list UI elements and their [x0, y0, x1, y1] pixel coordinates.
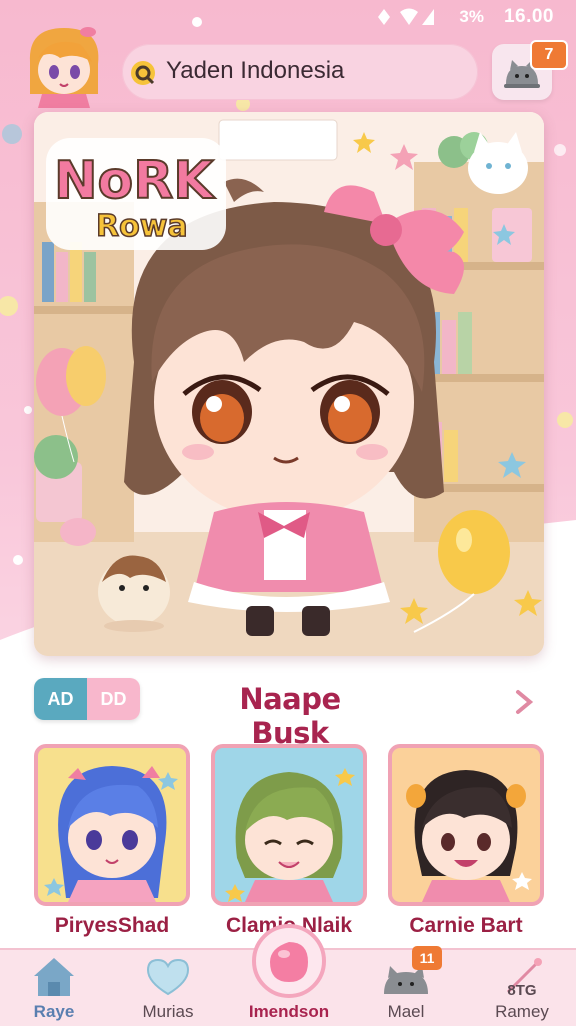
nav-label-raye: Raye: [33, 1002, 75, 1021]
character-name-1[interactable]: PiryesShad: [27, 914, 197, 938]
center-action-button[interactable]: [252, 924, 326, 998]
toggle-ad[interactable]: AD: [34, 678, 87, 720]
section-title: Naape Busk: [239, 682, 341, 750]
character-portrait-1: [44, 766, 178, 902]
avatar-illustration: [29, 27, 99, 108]
nav-item-murias[interactable]: Murias: [118, 952, 218, 1021]
battery-level: 3%: [459, 7, 484, 26]
svg-text:Rowa: Rowa: [96, 209, 188, 244]
nav-sublabel-ramey: 8TG: [507, 982, 537, 999]
nav-label-mael: Mael: [387, 1002, 425, 1021]
nav-label-imendson: Imendson: [248, 1002, 330, 1021]
nav-label-ramey: Ramey: [495, 1002, 549, 1021]
character-portrait-2: [225, 768, 355, 902]
search-icon: [131, 61, 155, 85]
character-card-1[interactable]: [34, 744, 190, 906]
mail-count-badge: 11: [412, 946, 442, 970]
ad-dd-toggle[interactable]: AD DD: [34, 678, 140, 720]
home-icon: [34, 958, 74, 996]
nav-label-murias: Murias: [142, 1002, 194, 1021]
toggle-dd[interactable]: DD: [87, 678, 140, 720]
nav-item-ramey[interactable]: 8TG Ramey: [472, 952, 572, 1021]
svg-text:NoRK: NoRK: [54, 151, 215, 211]
hero-illustration: NoRK Rowa: [34, 112, 544, 656]
cart-count-badge: 7: [530, 40, 568, 70]
heart-icon: [146, 958, 190, 996]
signal-wifi-icon: [378, 8, 434, 25]
hero-banner[interactable]: NoRK Rowa: [34, 112, 544, 656]
clock: 16.00: [503, 6, 554, 27]
character-card-2[interactable]: [211, 744, 367, 906]
character-card-3[interactable]: [388, 744, 544, 906]
pink-blob-icon: [270, 942, 308, 982]
character-portrait-3: [406, 770, 532, 902]
chevron-right-icon[interactable]: [512, 688, 536, 716]
search-input-value[interactable]: Yaden Indonesia: [166, 57, 344, 85]
profile-avatar[interactable]: [20, 22, 108, 108]
hero-logo: NoRK Rowa: [46, 138, 226, 250]
nav-item-raye[interactable]: Raye: [4, 952, 104, 1021]
character-name-3[interactable]: Carnie Bart: [381, 914, 551, 938]
